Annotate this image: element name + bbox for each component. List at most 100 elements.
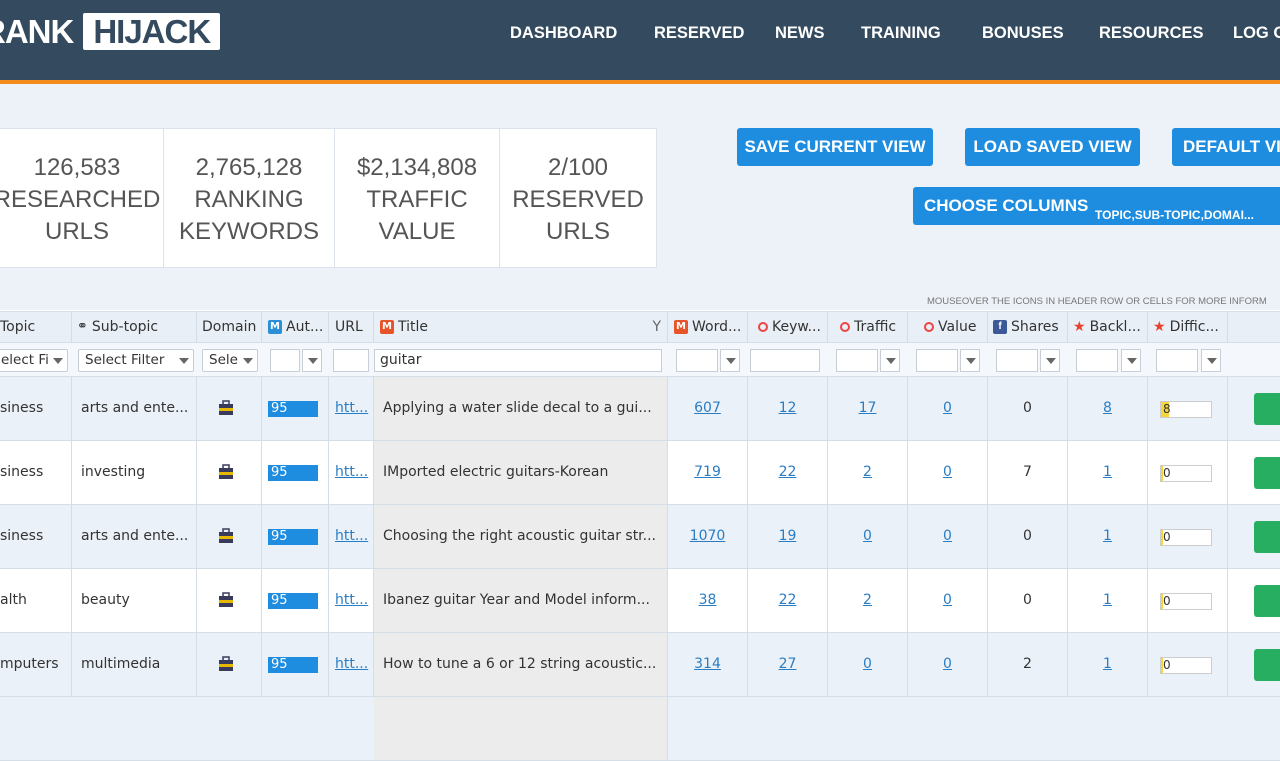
cell-words[interactable]: 314 bbox=[668, 633, 748, 696]
cell-backlinks-text[interactable]: 1 bbox=[1103, 656, 1112, 672]
words-filter-operator[interactable] bbox=[720, 349, 740, 372]
cell-traffic[interactable]: 0 bbox=[828, 633, 908, 696]
cell-url-text[interactable]: htt... bbox=[335, 656, 368, 672]
words-filter-input[interactable] bbox=[676, 349, 718, 372]
cell-traffic[interactable]: 2 bbox=[828, 441, 908, 504]
filter-icon[interactable]: Y bbox=[652, 312, 661, 342]
cell-words-text[interactable]: 719 bbox=[694, 464, 721, 480]
reserve-button[interactable] bbox=[1254, 393, 1280, 425]
reserve-button[interactable] bbox=[1254, 457, 1280, 489]
choose-columns-button[interactable]: CHOOSE COLUMNS TOPIC,SUB-TOPIC,DOMAI... bbox=[913, 187, 1280, 225]
col-header-url[interactable]: URL bbox=[329, 312, 374, 342]
cell-keywords-text[interactable]: 27 bbox=[779, 656, 797, 672]
cell-keywords-text[interactable]: 19 bbox=[779, 528, 797, 544]
load-saved-view-button[interactable]: LOAD SAVED VIEW bbox=[965, 128, 1140, 166]
traffic-filter-input[interactable] bbox=[836, 349, 878, 372]
reserve-button[interactable] bbox=[1254, 521, 1280, 553]
reserve-button[interactable] bbox=[1254, 585, 1280, 617]
col-header-difficulty[interactable]: ★ Diffic... bbox=[1148, 312, 1228, 342]
nav-reserved[interactable]: RESERVED bbox=[654, 24, 744, 43]
cell-url-text[interactable]: htt... bbox=[335, 400, 368, 416]
shares-filter-operator[interactable] bbox=[1040, 349, 1060, 372]
keywords-filter-input[interactable] bbox=[750, 349, 820, 372]
cell-traffic[interactable]: 17 bbox=[828, 377, 908, 440]
value-filter-operator[interactable] bbox=[960, 349, 980, 372]
col-header-words[interactable]: M Word... bbox=[668, 312, 748, 342]
domain-briefcase-icon[interactable] bbox=[218, 400, 234, 416]
col-header-topic[interactable]: Topic bbox=[0, 312, 72, 342]
cell-words-text[interactable]: 38 bbox=[699, 592, 717, 608]
cell-backlinks-text[interactable]: 1 bbox=[1103, 592, 1112, 608]
domain-briefcase-icon[interactable] bbox=[218, 656, 234, 672]
col-header-subtopic[interactable]: ⚭ Sub-topic bbox=[72, 312, 197, 342]
nav-logout[interactable]: LOG O bbox=[1233, 24, 1280, 43]
col-header-shares[interactable]: f Shares bbox=[988, 312, 1068, 342]
traffic-filter-operator[interactable] bbox=[880, 349, 900, 372]
cell-traffic-text[interactable]: 0 bbox=[863, 656, 872, 672]
shares-filter-input[interactable] bbox=[996, 349, 1038, 372]
difficulty-filter-operator[interactable] bbox=[1201, 349, 1221, 372]
cell-value[interactable]: 0 bbox=[908, 505, 988, 568]
cell-words[interactable]: 719 bbox=[668, 441, 748, 504]
cell-keywords[interactable]: 22 bbox=[748, 569, 828, 632]
domain-briefcase-icon[interactable] bbox=[218, 464, 234, 480]
backlinks-filter-operator[interactable] bbox=[1121, 349, 1141, 372]
cell-url[interactable]: htt... bbox=[329, 441, 374, 504]
difficulty-filter-input[interactable] bbox=[1156, 349, 1198, 372]
authority-filter-input[interactable] bbox=[270, 349, 300, 372]
cell-words[interactable]: 38 bbox=[668, 569, 748, 632]
col-header-value[interactable]: Value bbox=[908, 312, 988, 342]
value-filter-input[interactable] bbox=[916, 349, 958, 372]
table-row[interactable]: mputers multimedia 95 htt... How to tune a 6… bbox=[0, 633, 1280, 697]
cell-value-text[interactable]: 0 bbox=[943, 528, 952, 544]
cell-words-text[interactable]: 1070 bbox=[690, 528, 726, 544]
nav-training[interactable]: TRAINING bbox=[861, 24, 941, 43]
cell-traffic[interactable]: 2 bbox=[828, 569, 908, 632]
save-current-view-button[interactable]: SAVE CURRENT VIEW bbox=[737, 128, 933, 166]
col-header-backlinks[interactable]: ★ Backl... bbox=[1068, 312, 1148, 342]
backlinks-filter-input[interactable] bbox=[1076, 349, 1118, 372]
cell-keywords[interactable]: 27 bbox=[748, 633, 828, 696]
cell-url[interactable]: htt... bbox=[329, 633, 374, 696]
table-row[interactable]: siness investing 95 htt... IMported electric… bbox=[0, 441, 1280, 505]
cell-url-text[interactable]: htt... bbox=[335, 528, 368, 544]
cell-backlinks[interactable]: 8 bbox=[1068, 377, 1148, 440]
cell-value[interactable]: 0 bbox=[908, 441, 988, 504]
cell-value[interactable]: 0 bbox=[908, 377, 988, 440]
cell-words[interactable]: 607 bbox=[668, 377, 748, 440]
cell-url[interactable]: htt... bbox=[329, 569, 374, 632]
authority-filter-operator[interactable] bbox=[302, 349, 322, 372]
cell-words-text[interactable]: 607 bbox=[694, 400, 721, 416]
table-row[interactable]: siness arts and ente... 95 htt... Choosing t… bbox=[0, 505, 1280, 569]
cell-traffic-text[interactable]: 0 bbox=[863, 528, 872, 544]
col-header-title[interactable]: M Title Y bbox=[374, 312, 668, 342]
nav-bonuses[interactable]: BONUSES bbox=[982, 24, 1064, 43]
cell-value[interactable]: 0 bbox=[908, 633, 988, 696]
table-row[interactable]: alth beauty 95 htt... Ibanez guitar Year and… bbox=[0, 569, 1280, 633]
rankhijack-logo[interactable]: RANK HIJACK bbox=[0, 13, 221, 50]
cell-keywords-text[interactable]: 22 bbox=[779, 464, 797, 480]
col-header-traffic[interactable]: Traffic bbox=[828, 312, 908, 342]
nav-news[interactable]: NEWS bbox=[775, 24, 825, 43]
cell-keywords-text[interactable]: 22 bbox=[779, 592, 797, 608]
subtopic-filter-select[interactable]: Select Filter bbox=[78, 349, 194, 372]
cell-backlinks-text[interactable]: 1 bbox=[1103, 528, 1112, 544]
cell-value-text[interactable]: 0 bbox=[943, 592, 952, 608]
default-view-button[interactable]: DEFAULT VI bbox=[1172, 128, 1280, 166]
cell-backlinks[interactable]: 1 bbox=[1068, 633, 1148, 696]
cell-value-text[interactable]: 0 bbox=[943, 464, 952, 480]
cell-keywords[interactable]: 19 bbox=[748, 505, 828, 568]
nav-dashboard[interactable]: DASHBOARD bbox=[510, 24, 617, 43]
cell-url-text[interactable]: htt... bbox=[335, 592, 368, 608]
topic-filter-select[interactable]: elect Fi bbox=[0, 349, 68, 372]
cell-value[interactable]: 0 bbox=[908, 569, 988, 632]
cell-backlinks-text[interactable]: 1 bbox=[1103, 464, 1112, 480]
title-search-input[interactable]: guitar bbox=[374, 349, 662, 372]
cell-words[interactable]: 1070 bbox=[668, 505, 748, 568]
cell-url[interactable]: htt... bbox=[329, 377, 374, 440]
domain-briefcase-icon[interactable] bbox=[218, 528, 234, 544]
cell-backlinks[interactable]: 1 bbox=[1068, 505, 1148, 568]
col-header-keywords[interactable]: Keyw... bbox=[748, 312, 828, 342]
cell-traffic-text[interactable]: 2 bbox=[863, 592, 872, 608]
table-row[interactable]: siness arts and ente... 95 htt... Applying a… bbox=[0, 377, 1280, 441]
